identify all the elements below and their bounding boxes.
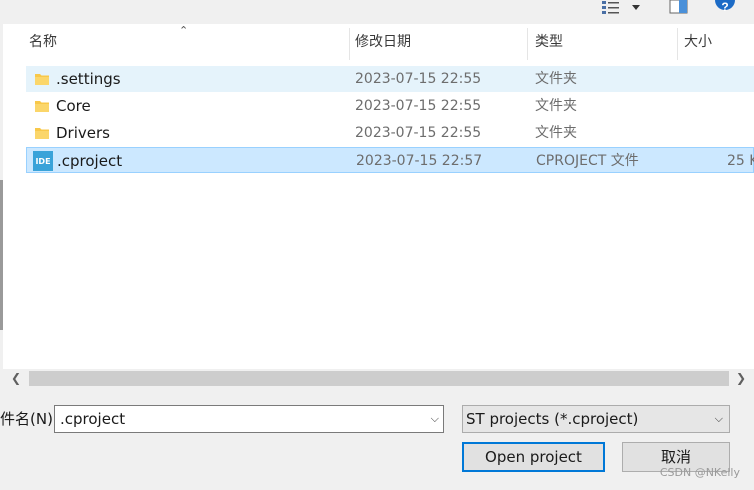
watermark: CSDN @NKelly (659, 466, 740, 479)
file-row-drivers[interactable]: Drivers 2023-07-15 22:55 文件夹 (26, 120, 754, 146)
file-date: 2023-07-15 22:55 (355, 125, 482, 141)
dialog-footer: 件名(N): .cproject ⌵ ST projects (*.cproje… (0, 388, 754, 490)
open-project-button[interactable]: Open project (462, 442, 605, 472)
scroll-left-icon[interactable]: ❮ (8, 369, 24, 388)
file-name: .settings (56, 70, 121, 88)
filename-value: .cproject (60, 410, 126, 428)
scroll-right-icon[interactable]: ❯ (733, 369, 749, 388)
file-type: CPROJECT 文件 (536, 153, 639, 169)
file-list[interactable]: 名称 ⌃ 修改日期 类型 大小 .settings 2023-07-15 22:… (3, 24, 754, 369)
sort-ascending-icon: ⌃ (179, 24, 189, 37)
view-options-icon[interactable] (601, 0, 641, 18)
file-type-value: ST projects (*.cproject) (466, 410, 639, 428)
file-type: 文件夹 (535, 125, 577, 141)
toolbar: ? (0, 0, 754, 24)
filename-label: 件名(N): (0, 410, 58, 428)
chevron-down-icon[interactable]: ⌵ (431, 406, 439, 432)
file-row-core[interactable]: Core 2023-07-15 22:55 文件夹 (26, 93, 754, 119)
file-type-select[interactable]: ST projects (*.cproject) ⌵ (462, 405, 730, 433)
column-type[interactable]: 类型 (535, 24, 563, 64)
folder-icon (34, 98, 50, 118)
scrollbar-thumb[interactable] (29, 371, 729, 386)
navigation-pane-edge[interactable] (0, 180, 3, 330)
preview-pane-icon[interactable] (669, 0, 689, 18)
column-divider[interactable] (349, 28, 350, 60)
ide-file-icon: IDE (33, 151, 53, 175)
file-date: 2023-07-15 22:55 (355, 98, 482, 114)
column-date[interactable]: 修改日期 (355, 24, 411, 64)
file-type: 文件夹 (535, 71, 577, 87)
file-name: Drivers (56, 124, 110, 142)
column-divider[interactable] (527, 28, 528, 60)
filename-input[interactable]: .cproject ⌵ (54, 405, 444, 433)
file-name: Core (56, 97, 91, 115)
horizontal-scrollbar[interactable]: ❮ ❯ (3, 369, 754, 388)
help-icon[interactable]: ? (714, 0, 736, 20)
file-row-cproject[interactable]: IDE .cproject 2023-07-15 22:57 CPROJECT … (26, 147, 754, 173)
file-date: 2023-07-15 22:57 (356, 153, 483, 169)
ide-icon-text: IDE (35, 157, 50, 166)
folder-icon (34, 71, 50, 91)
column-header: 名称 ⌃ 修改日期 类型 大小 (3, 24, 754, 64)
file-size: 25 K (727, 153, 754, 169)
column-name[interactable]: 名称 (29, 24, 57, 64)
column-size[interactable]: 大小 (684, 24, 712, 64)
folder-icon (34, 125, 50, 145)
svg-text:?: ? (721, 0, 728, 14)
file-name: .cproject (57, 152, 123, 170)
chevron-down-icon[interactable]: ⌵ (715, 406, 723, 432)
column-divider[interactable] (677, 28, 678, 60)
file-type: 文件夹 (535, 98, 577, 114)
file-date: 2023-07-15 22:55 (355, 71, 482, 87)
file-row-settings[interactable]: .settings 2023-07-15 22:55 文件夹 (26, 66, 754, 92)
